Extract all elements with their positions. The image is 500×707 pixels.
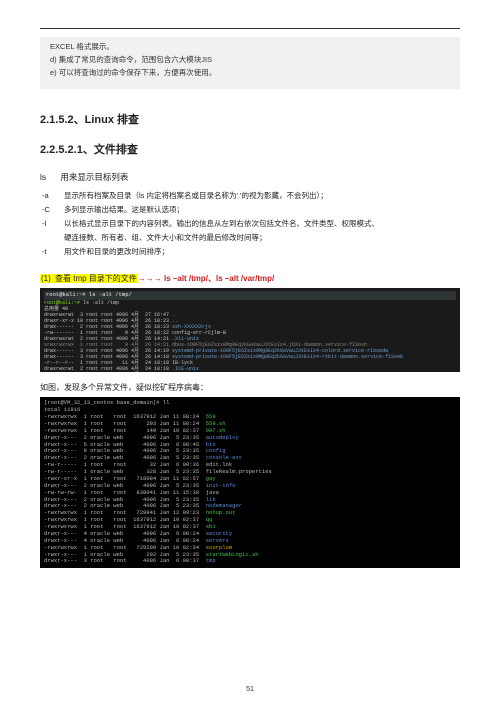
hl-cmd: ls –alt /tmp/、ls –alt /var/tmp/ (162, 274, 274, 283)
opt-C: 多列显示输出结果。这是默认选项； (64, 203, 379, 217)
ls-desc: 用来显示目标列表 (60, 172, 128, 182)
hl-zh: 查看 tmp 目录下的文件 (52, 274, 138, 283)
top-rule (40, 28, 460, 29)
opt-l-2: 硬连接数、所有者、组、文件大小和文件的最后修改时间等； (64, 231, 379, 245)
heading-file-check: 2.2.5.2.1、文件排查 (40, 141, 460, 157)
ls-cmd: ls (40, 172, 58, 182)
opt-l-1: 以长格式显示目录下的内容列表。输出的信息从左到右依次包括文件名、文件类型、权限模… (64, 217, 379, 231)
grey-line0: EXCEL 格式展示。 (50, 41, 450, 54)
terminal-centos: [root@VM_32_13_centos base_domain]# ll t… (40, 397, 460, 568)
grey-item-e: e) 可以将查询过的命令保存下来，方便再次使用。 (50, 67, 450, 80)
grey-item-d: d) 集成了常见的查询命令，范围包含六大模块JIS (50, 54, 450, 67)
ls-options-table: -a显示所有档案及目录（ls 内定将档案名或目录名称为'.'的视为影藏，不会列出… (42, 189, 379, 259)
excel-grey-box: EXCEL 格式展示。 d) 集成了常见的查询命令，范围包含六大模块JIS e)… (40, 37, 460, 89)
opt-a: 显示所有档案及目录（ls 内定将档案名或目录名称为'.'的视为影藏，不会列出）； (64, 189, 379, 203)
terminal-kali: root@kali:~# ls -alt /tmp/root@kali:~# l… (40, 288, 460, 372)
ls-head: ls 用来显示目标列表 (40, 171, 460, 183)
heading-linux: 2.1.5.2、Linux 排查 (40, 111, 460, 127)
opt-t: 用文件和目录的更改时间排序； (64, 245, 379, 259)
page-number: 51 (0, 686, 500, 693)
caption-abnormal: 如图，发现多个异常文件，疑似挖矿程序病毒： (40, 382, 460, 393)
highlight-line: (1) 查看 tmp 目录下的文件→→→ ls –alt /tmp/、ls –a… (40, 273, 460, 284)
hl-arrows: →→→ (138, 274, 162, 283)
hl-num: (1) (40, 274, 52, 283)
